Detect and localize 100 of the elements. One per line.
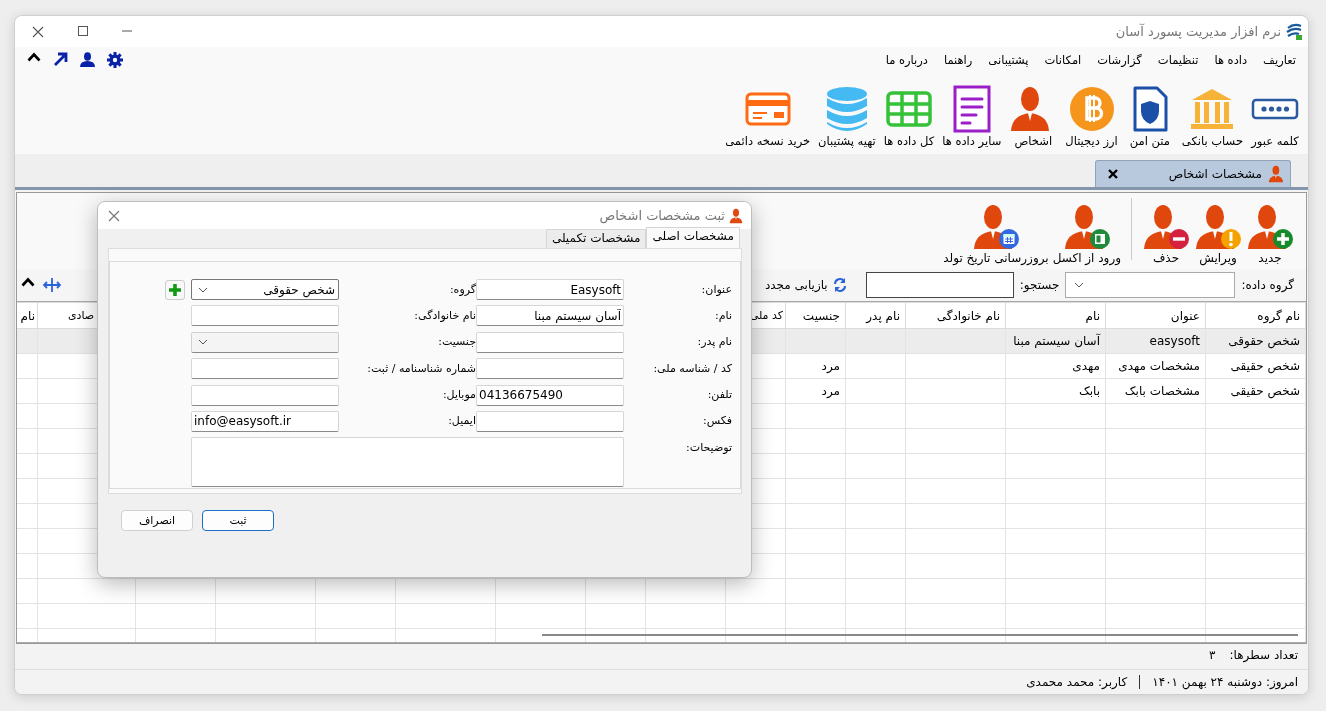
field-label: نام خانوادگی: — [413, 308, 476, 322]
field-label: جستجو: — [1019, 278, 1060, 292]
field-label: تلفن: — [706, 388, 732, 402]
chevron-icon — [198, 339, 208, 346]
chevron-icon — [1074, 282, 1085, 288]
toolbar-button[interactable]: حذف — [1140, 203, 1192, 265]
user-text: کاربر: محمد محمدی — [1026, 675, 1128, 689]
refresh-icon — [831, 277, 848, 293]
table-cell: مرد — [821, 384, 840, 398]
person-calendar-icon — [971, 203, 1020, 251]
collapse-icon[interactable] — [21, 277, 35, 287]
ribbon-button[interactable]: حساب بانکی — [1178, 85, 1246, 148]
field-label: موبایل: — [441, 388, 476, 402]
app-logo-icon — [1286, 22, 1302, 41]
ribbon-button[interactable]: اشخاص — [1006, 85, 1061, 148]
field-label: توضیحات: — [685, 440, 732, 454]
scrollbar[interactable] — [542, 634, 1298, 636]
person-icon — [729, 207, 745, 224]
table-cell: آسان سیستم مبنا — [1013, 334, 1100, 348]
field-label: نام: — [714, 308, 732, 322]
column-header[interactable]: نام — [1085, 308, 1100, 323]
menu-item[interactable]: راهنما — [935, 53, 981, 67]
person-spreadsheet-icon — [1062, 203, 1111, 251]
document-tab[interactable]: مشخصات اشخاص — [1095, 160, 1291, 187]
menu-item[interactable]: تعاریف — [1255, 53, 1304, 67]
plus-icon — [169, 284, 181, 296]
coin-icon — [1067, 85, 1116, 133]
menu-item[interactable]: پشتیبانی — [980, 53, 1037, 67]
ribbon-button[interactable]: کلمه عبور — [1248, 85, 1302, 148]
menu-item[interactable]: داده ها — [1206, 53, 1256, 67]
ribbon-button[interactable]: سایر داده ها — [939, 85, 1005, 148]
table-cell: شخص حقیقی — [1230, 359, 1300, 373]
text-field[interactable] — [476, 410, 624, 432]
text-field[interactable] — [191, 384, 339, 406]
toolbar-button[interactable]: بروزرسانی تاریخ تولد — [941, 203, 1051, 265]
field-label: جنسیت: — [437, 335, 476, 349]
column-header[interactable]: عنوان — [1170, 308, 1200, 323]
field-label: کد / شناسه ملی: — [652, 361, 732, 375]
dialog-button[interactable]: ثبت — [202, 510, 274, 531]
row-count-label: تعداد سطرها: — [1229, 648, 1298, 662]
refresh-button[interactable]: بازیابی مجدد — [758, 277, 854, 293]
column-header[interactable]: صادی — [68, 309, 95, 322]
move-icon[interactable] — [43, 277, 61, 293]
field-label: گروه داده: — [1241, 278, 1294, 292]
text-field[interactable] — [191, 305, 339, 327]
field-label: نام پدر: — [696, 335, 732, 349]
ribbon-button[interactable]: متن امن — [1122, 85, 1177, 148]
dialog-button[interactable]: انصراف — [121, 510, 193, 531]
close-icon[interactable] — [32, 25, 44, 38]
table-cell: مشخصات مهدی — [1118, 359, 1200, 373]
dialog-title: ثبت مشخصات اشخاص — [599, 208, 725, 223]
table-cell: شخص حقیقی — [1230, 384, 1300, 398]
window-title: نرم افزار مدیریت پسورد آسان — [1115, 24, 1281, 39]
settings-icon[interactable] — [107, 52, 123, 68]
text-field[interactable]: 04136675490 — [476, 384, 624, 406]
text-field[interactable] — [476, 331, 624, 353]
field-label: گروه: — [448, 282, 476, 296]
table-cell: بابک — [1078, 384, 1100, 398]
search-field[interactable] — [865, 272, 1014, 298]
person-edit-icon — [1194, 203, 1242, 251]
dialog-tab[interactable]: مشخصات تکمیلی — [545, 229, 647, 248]
maximize-icon[interactable] — [78, 25, 88, 36]
menu-item[interactable]: امکانات — [1036, 53, 1090, 67]
ribbon-button[interactable]: ارز دیجیتال — [1062, 85, 1121, 148]
table-cell: مرد — [821, 359, 840, 373]
text-field[interactable]: info@easysoft.ir — [191, 410, 339, 432]
text-field[interactable]: آسان سیستم مبنا — [476, 305, 624, 327]
collapse-icon[interactable] — [27, 52, 41, 62]
table-cell: شخص حقوقی — [1228, 334, 1300, 348]
person-add-icon — [1246, 203, 1294, 251]
table-cell: easysoft — [1149, 334, 1200, 348]
field-label: فکس: — [701, 414, 732, 428]
field-label: ایمیل: — [447, 414, 476, 428]
menu-item[interactable]: تنظیمات — [1149, 53, 1207, 67]
toolbar-button[interactable]: ویرایش — [1192, 203, 1244, 265]
row-count: ۳ — [1209, 648, 1216, 662]
close-icon[interactable] — [1108, 169, 1118, 179]
dialog-tab[interactable]: مشخصات اصلی — [646, 227, 740, 248]
person-icon — [1268, 165, 1286, 183]
field-label: عنوان: — [700, 282, 732, 296]
dropdown[interactable] — [1065, 272, 1236, 298]
menu-item[interactable]: گزارشات — [1089, 53, 1150, 67]
date-text: امروز: دوشنبه ۲۴ بهمن ۱۴۰۱ — [1152, 675, 1298, 689]
dropdown[interactable]: شخص حقوقی — [191, 279, 339, 300]
ribbon-button[interactable]: کل داده ها — [880, 85, 938, 148]
add-button[interactable] — [165, 280, 185, 300]
table-cell: مشخصات بابک — [1124, 384, 1200, 398]
toolbar-button[interactable]: جدید — [1244, 203, 1296, 265]
text-field[interactable] — [191, 358, 339, 380]
text-field[interactable] — [476, 358, 624, 380]
arrow-icon[interactable] — [53, 52, 68, 67]
ribbon-button[interactable]: تهیه پشتیبان — [815, 85, 879, 148]
ribbon-button[interactable]: خرید نسخه دائمی — [722, 85, 814, 148]
text-field[interactable]: Easysoft — [476, 279, 624, 300]
menu-item[interactable]: درباره ما — [877, 53, 936, 67]
user-icon[interactable] — [80, 52, 95, 67]
table-cell: مهدی — [1072, 359, 1100, 373]
toolbar-button[interactable]: ورود از اکسل — [1050, 203, 1123, 265]
field-label: شماره شناسنامه / ثبت: — [366, 361, 476, 375]
person-remove-icon — [1142, 203, 1190, 251]
